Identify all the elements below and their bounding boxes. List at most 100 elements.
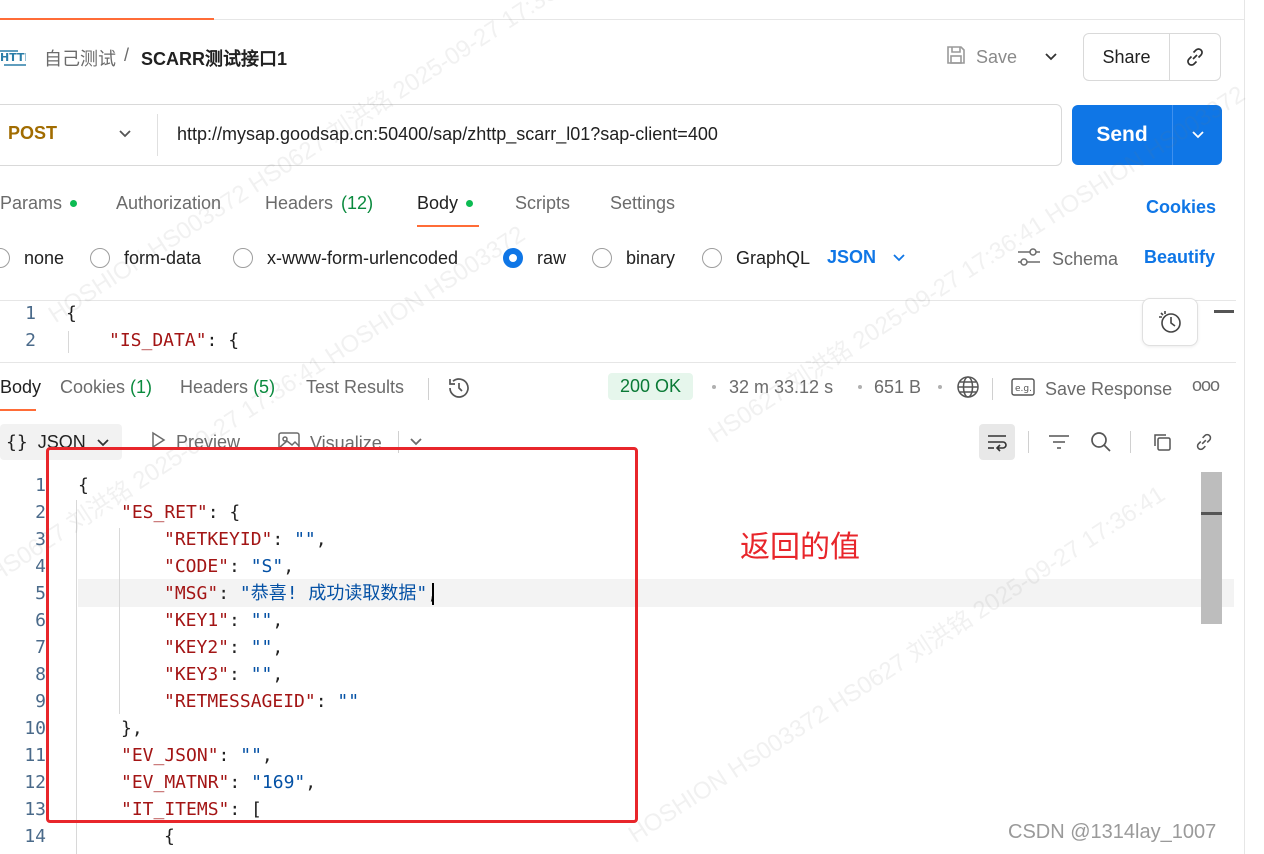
code-key-value: "IS_DATA": { [109, 327, 239, 354]
tab-settings-label: Settings [610, 193, 676, 213]
request-code-line: 2 "IS_DATA": { [0, 327, 239, 354]
radio-form-data-icon [90, 248, 110, 268]
link-icon[interactable] [1190, 428, 1218, 456]
breadcrumb-collection[interactable]: 自己测试 [44, 45, 116, 71]
line-number: 12 [24, 772, 46, 793]
line-number: 5 [35, 583, 46, 604]
code-text: { [66, 303, 77, 324]
ai-assist-icon[interactable] [1142, 298, 1198, 346]
radio-binary[interactable]: binary [592, 246, 675, 270]
body-format-chevron-icon [892, 247, 906, 268]
save-options-chevron-icon[interactable] [1036, 40, 1066, 74]
line-number: 10 [24, 718, 46, 739]
params-dot-icon [70, 200, 78, 207]
request-scrollbar[interactable] [1214, 310, 1234, 313]
radio-form-data[interactable]: form-data [90, 246, 201, 270]
more-options-icon[interactable]: ooo [1192, 375, 1220, 396]
radio-graphql-icon [702, 248, 722, 268]
network-globe-icon[interactable] [956, 375, 980, 404]
tab-body-underline [417, 225, 479, 227]
tab-settings[interactable]: Settings [610, 193, 675, 214]
body-format-label: JSON [827, 247, 877, 267]
json-key: "IS_DATA" [109, 330, 207, 351]
line-number: 2 [35, 502, 46, 523]
request-code-line: 1 { [0, 300, 77, 327]
radio-none[interactable]: none [0, 246, 64, 270]
braces-icon: {} [6, 431, 28, 453]
history-icon[interactable] [446, 375, 472, 406]
radio-binary-icon [592, 248, 612, 268]
send-button[interactable]: Send [1072, 105, 1173, 165]
indent-guide [68, 331, 69, 353]
line-number: 13 [24, 799, 46, 820]
radio-urlencoded-label: x-www-form-urlencoded [267, 247, 459, 268]
copy-link-icon[interactable] [1170, 34, 1220, 80]
line-number: 7 [35, 637, 46, 658]
tab-scripts-label: Scripts [515, 193, 571, 213]
tab-authorization-label: Authorization [116, 193, 222, 213]
tab-body[interactable]: Body [417, 193, 474, 214]
response-tab-headers-count: (5) [253, 377, 276, 397]
status-badge[interactable]: 200 OK [608, 373, 694, 400]
cookies-link[interactable]: Cookies [1146, 197, 1216, 218]
response-tab-test-results[interactable]: Test Results [306, 377, 404, 398]
response-scrollbar-thumb[interactable] [1201, 472, 1222, 624]
response-tab-headers[interactable]: Headers (5) [180, 377, 275, 398]
line-number: 8 [35, 664, 46, 685]
tab-headers-count: (12) [341, 193, 374, 213]
method-chevron-icon[interactable] [115, 122, 135, 146]
request-editor-divider [0, 300, 1236, 301]
radio-raw[interactable]: raw [503, 246, 566, 270]
response-tab-body[interactable]: Body [0, 377, 41, 398]
radio-raw-selected-icon [503, 248, 523, 268]
body-format-select[interactable]: JSON [827, 247, 906, 268]
response-tab-cookies[interactable]: Cookies (1) [60, 377, 152, 398]
response-size[interactable]: 651 B [874, 377, 921, 398]
save-icon [944, 43, 968, 72]
response-scrollbar-marker [1201, 512, 1222, 515]
radio-form-data-label: form-data [124, 247, 202, 268]
http-icon: HTTP [0, 44, 33, 70]
line-number: 1 [25, 303, 36, 324]
copy-icon[interactable] [1148, 428, 1176, 456]
url-input[interactable]: http://mysap.goodsap.cn:50400/sap/zhttp_… [177, 124, 718, 145]
radio-graphql[interactable]: GraphQL [702, 246, 810, 270]
radio-urlencoded-icon [233, 248, 253, 268]
svg-text:HTTP: HTTP [0, 51, 26, 64]
response-tab-headers-label: Headers [180, 377, 249, 397]
radio-none-icon [0, 248, 10, 268]
tab-params[interactable]: Params [0, 193, 78, 214]
line-number: 3 [35, 529, 46, 550]
response-time[interactable]: 32 m 33.12 s [729, 377, 833, 398]
search-icon[interactable] [1087, 428, 1115, 456]
line-number: 14 [24, 826, 46, 847]
method-select[interactable]: POST [8, 123, 57, 144]
toolbar-separator [1028, 431, 1029, 453]
schema-button[interactable]: Schema [1016, 247, 1118, 272]
radio-binary-label: binary [626, 247, 676, 268]
request-name[interactable]: SCARR测试接口1 [141, 45, 287, 71]
response-tab-separator [428, 378, 429, 400]
line-number: 6 [35, 610, 46, 631]
send-options-chevron-icon[interactable] [1173, 105, 1222, 165]
tab-authorization[interactable]: Authorization [116, 193, 221, 214]
filter-icon[interactable] [1045, 428, 1073, 456]
schema-sliders-icon [1016, 247, 1042, 272]
meta-dot [938, 385, 942, 389]
tab-scripts[interactable]: Scripts [515, 193, 570, 214]
breadcrumb-separator: / [124, 45, 130, 65]
radio-urlencoded[interactable]: x-www-form-urlencoded [233, 246, 458, 270]
save-button[interactable]: Save [944, 40, 1028, 74]
meta-dot [712, 385, 716, 389]
annotation-label: 返回的值 [740, 531, 860, 564]
watermark: HOSHION HS003372 HS0627 刘洪铭 2025-09-27 1… [623, 480, 1170, 849]
share-group: Share [1083, 33, 1221, 81]
line-number: 2 [25, 330, 36, 351]
beautify-button[interactable]: Beautify [1144, 247, 1215, 268]
svg-text:e.g.: e.g. [1015, 384, 1032, 394]
wrap-lines-icon[interactable] [979, 424, 1015, 460]
tab-headers[interactable]: Headers (12) [265, 193, 373, 214]
share-button[interactable]: Share [1084, 34, 1170, 80]
response-tab-underline [0, 409, 36, 411]
save-response-button[interactable]: e.g. Save Response [1011, 377, 1172, 402]
